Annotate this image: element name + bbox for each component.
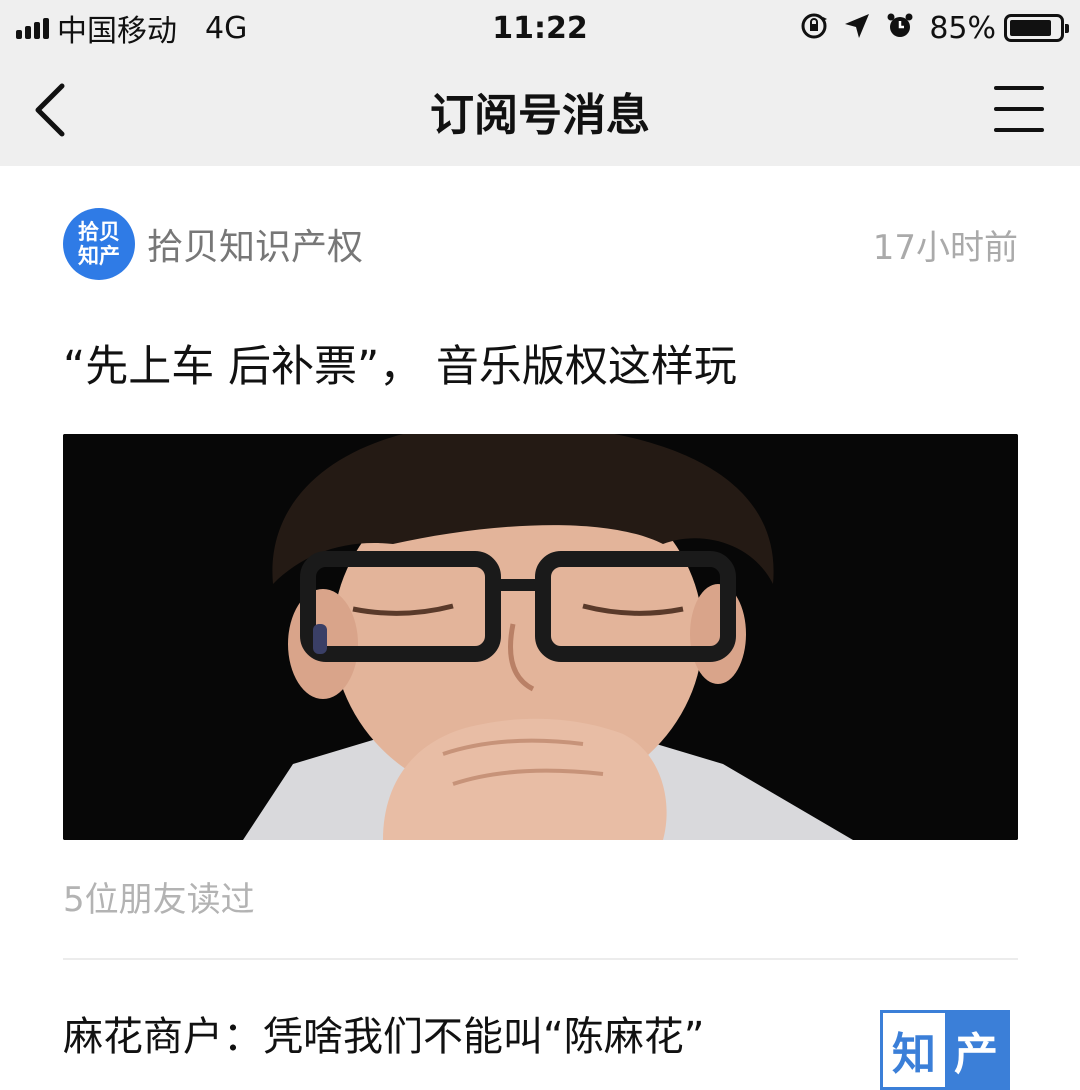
next-article-thumbnail[interactable]: 知 产 — [880, 1010, 1010, 1090]
battery-fill — [1010, 20, 1051, 36]
hamburger-menu-icon — [994, 86, 1044, 90]
carrier-name: 中国移动 — [57, 14, 177, 49]
thumb-left-char: 知 — [883, 1013, 945, 1087]
article-title[interactable]: “先上车 后补票”， 音乐版权这样玩 — [63, 332, 1018, 394]
signal-icon — [16, 17, 49, 39]
friends-read-count: 5位朋友读过 — [63, 880, 255, 920]
battery-icon — [1004, 14, 1069, 42]
next-article-title[interactable]: 麻花商户：凭啥我们不能叫“陈麻花” — [63, 1004, 704, 1062]
cover-photo-illustration — [63, 434, 1018, 840]
account-name[interactable]: 拾贝知识产权 — [147, 218, 363, 270]
status-bar: 中国移动 4G 11:22 85% — [0, 0, 1080, 56]
location-arrow-icon — [843, 12, 871, 45]
chevron-left-icon — [30, 82, 70, 142]
account-avatar[interactable]: 拾贝 知产 — [63, 208, 135, 280]
avatar-text-line2: 知产 — [78, 244, 120, 268]
orientation-lock-icon — [799, 11, 829, 46]
battery-percent: 85% — [929, 10, 996, 46]
divider — [63, 958, 1018, 960]
menu-button[interactable] — [994, 86, 1044, 132]
account-row[interactable]: 拾贝 知产 拾贝知识产权 17小时前 — [63, 206, 1018, 282]
alarm-icon — [885, 11, 915, 46]
message-card: 拾贝 知产 拾贝知识产权 17小时前 “先上车 后补票”， 音乐版权这样玩 5位… — [0, 166, 1080, 1090]
status-right: 85% — [785, 10, 1069, 46]
post-time: 17小时前 — [872, 227, 1018, 268]
back-button[interactable] — [22, 82, 78, 142]
page-title: 订阅号消息 — [430, 90, 650, 141]
network-type: 4G — [205, 10, 248, 46]
article-cover-image[interactable] — [63, 434, 1018, 840]
avatar-text-line1: 拾贝 — [78, 220, 120, 244]
status-left: 中国移动 4G — [16, 6, 247, 50]
thumb-right-char: 产 — [945, 1013, 1007, 1087]
nav-bar: 订阅号消息 — [0, 56, 1080, 166]
